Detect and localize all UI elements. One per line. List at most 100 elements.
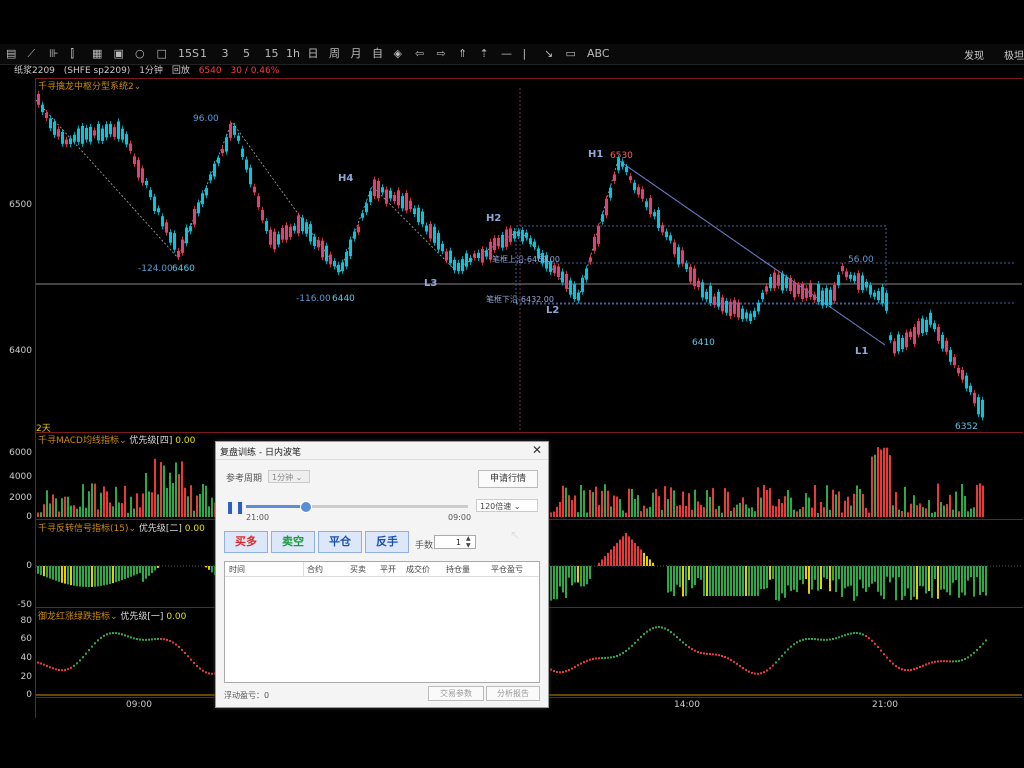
candle-body xyxy=(569,280,572,295)
candle-body xyxy=(693,268,696,287)
candle-body xyxy=(213,163,216,177)
candle-body xyxy=(829,289,832,305)
macd-bar xyxy=(949,494,951,517)
macd-bar xyxy=(43,504,45,517)
close-position-button[interactable]: 平仓 xyxy=(318,531,362,553)
reverse-bar xyxy=(553,566,555,600)
reverse-bar xyxy=(853,566,855,601)
candle-body xyxy=(485,250,488,257)
macd-bar xyxy=(628,488,630,517)
reverse-bar xyxy=(94,566,96,587)
reverse-bar xyxy=(115,566,117,583)
dragon-dot xyxy=(88,649,90,652)
candle-body xyxy=(357,226,360,233)
dragon-dot xyxy=(643,633,645,636)
dragon-dot xyxy=(871,639,873,642)
candle-body xyxy=(793,282,796,298)
candle-body xyxy=(65,139,68,145)
sell-short-button[interactable]: 卖空 xyxy=(271,531,315,553)
macd-bar xyxy=(61,498,63,517)
apply-market-button[interactable]: 申请行情 xyxy=(478,470,538,488)
candle-body xyxy=(737,302,740,318)
buy-long-button[interactable]: 买多 xyxy=(224,531,268,553)
candle-body xyxy=(461,259,464,272)
reverse-bar xyxy=(598,562,600,566)
candle-body xyxy=(329,254,332,265)
candle-body xyxy=(901,337,904,350)
trade-params-button[interactable]: 交易参数 xyxy=(428,686,484,701)
macd-bar xyxy=(625,512,627,517)
macd-bar xyxy=(655,488,657,517)
reverse-bar xyxy=(886,566,888,577)
dragon-dot xyxy=(682,641,684,644)
annot-l3: L3 xyxy=(424,278,438,289)
candle-body xyxy=(393,194,396,202)
reverse-bar xyxy=(940,566,942,590)
reverse-bar xyxy=(49,566,51,579)
candle-body xyxy=(341,262,344,272)
candle-body xyxy=(369,191,372,203)
reverse-bar xyxy=(586,566,588,585)
dragon-dot xyxy=(112,632,114,635)
dragon-dot xyxy=(847,633,849,636)
candle-body xyxy=(965,375,968,389)
candle-body xyxy=(893,341,896,354)
candle-body xyxy=(273,231,276,250)
reverse-bar xyxy=(922,566,924,587)
pause-icon[interactable]: ❚❚ xyxy=(225,500,245,514)
macd-bar xyxy=(712,488,714,517)
dragon-dot xyxy=(658,626,660,629)
dialog-title[interactable]: 复盘训练 - 日内波笔 xyxy=(220,445,301,458)
candle-body xyxy=(809,283,812,297)
candle-body xyxy=(309,224,312,242)
ref-period-select[interactable]: 1分钟 ⌄ xyxy=(268,470,310,483)
dragon-dot xyxy=(946,660,948,663)
macd-bar xyxy=(934,511,936,517)
candle-body xyxy=(833,284,836,301)
dialog-divider xyxy=(216,459,548,460)
reverse-bar xyxy=(772,566,774,579)
speed-select[interactable]: 120倍速 ⌄ xyxy=(476,499,538,512)
candle-body xyxy=(441,243,444,252)
dragon-dot xyxy=(163,638,165,641)
macd-bar xyxy=(139,507,141,517)
candle-body xyxy=(385,189,388,204)
dragon-dot xyxy=(190,658,192,661)
candle-body xyxy=(413,208,416,215)
analysis-report-button[interactable]: 分析报告 xyxy=(486,686,540,701)
macd-bar xyxy=(178,474,180,517)
dragon-dot xyxy=(763,671,765,674)
candle-body xyxy=(185,227,188,244)
candle-body xyxy=(837,274,840,286)
macd-bar xyxy=(886,447,888,517)
reverse-position-button[interactable]: 反手 xyxy=(365,531,409,553)
candle-body xyxy=(505,229,508,247)
reverse-bar xyxy=(943,566,945,590)
reverse-bar xyxy=(157,566,159,568)
reverse-bar xyxy=(856,566,858,597)
candle-body xyxy=(137,160,140,178)
candle-body xyxy=(293,225,296,231)
reverse-bar xyxy=(937,566,939,599)
dragon-dot xyxy=(742,667,744,670)
close-icon[interactable]: ✕ xyxy=(532,443,542,457)
dragon-dot xyxy=(556,670,558,673)
dragon-dot xyxy=(706,652,708,655)
dragon-dot xyxy=(130,636,132,639)
candle-body xyxy=(401,196,404,209)
candle-body xyxy=(597,226,600,244)
reverse-bar xyxy=(568,566,570,578)
macd-bar xyxy=(604,484,606,517)
reverse-bar xyxy=(805,566,807,580)
macd-bar xyxy=(925,508,927,517)
dragon-dot xyxy=(892,662,894,665)
replay-slider-handle[interactable] xyxy=(300,501,312,513)
dragon-dot xyxy=(661,626,663,629)
candle-body xyxy=(645,201,648,208)
macd-bar xyxy=(166,487,168,517)
reverse-bar xyxy=(103,566,105,586)
stepper-arrows-icon[interactable]: ▲ ▼ xyxy=(466,535,471,549)
dragon-dot xyxy=(880,649,882,652)
macd-bar xyxy=(871,456,873,517)
reverse-bar xyxy=(85,566,87,587)
